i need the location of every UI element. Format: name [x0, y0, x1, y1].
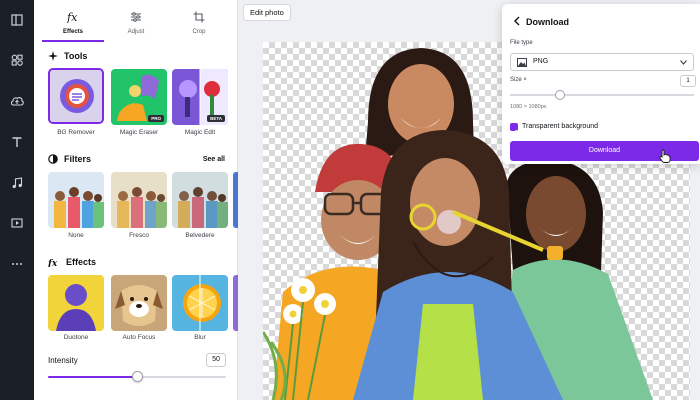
image-dimensions: 1080 × 1080px	[510, 104, 547, 110]
svg-text:fx: fx	[48, 259, 58, 267]
intensity-slider-handle[interactable]	[131, 371, 143, 382]
filter-none[interactable]	[48, 172, 104, 228]
video-icon[interactable]	[5, 211, 29, 235]
crop-icon	[193, 10, 205, 28]
upload-icon[interactable]	[5, 89, 29, 113]
svg-text:fx: fx	[66, 11, 78, 23]
effect-overflow-thumb	[233, 275, 238, 331]
fx-icon: fx	[66, 10, 80, 28]
image-file-icon	[517, 58, 527, 67]
tool-label: BG Remover	[57, 129, 95, 136]
download-title: Download	[526, 17, 569, 27]
filter-belvedere[interactable]	[172, 172, 228, 228]
tool-bg-remover[interactable]	[48, 68, 104, 124]
effects-heading: fx Effects	[48, 257, 97, 267]
size-slider-handle[interactable]	[555, 90, 565, 100]
beta-badge: BETA	[207, 115, 225, 122]
size-label: Size ×	[510, 77, 527, 83]
fx-icon: fx	[48, 259, 58, 267]
tool-magic-eraser[interactable]: PRO	[111, 69, 167, 125]
audio-icon[interactable]	[5, 171, 29, 195]
edit-panel: fx Effects Adjust Crop Tools BG Remover …	[34, 0, 238, 400]
left-rail	[0, 0, 34, 400]
tab-effects[interactable]: fx Effects	[42, 0, 104, 42]
effect-label: Blur	[194, 334, 206, 341]
tool-label: Magic Edit	[184, 129, 216, 136]
edit-tabs: fx Effects Adjust Crop	[34, 0, 238, 42]
download-panel: Download File type PNG Size × 1 1080 × 1…	[502, 4, 700, 164]
text-icon[interactable]	[5, 130, 29, 154]
intensity-value-input[interactable]: 50	[206, 353, 226, 367]
size-multiplier-input[interactable]: 1	[680, 75, 696, 87]
active-tab-indicator	[42, 40, 104, 42]
filter-label: Fresco	[129, 232, 149, 239]
sparkle-icon	[48, 51, 58, 61]
checkmark-icon	[511, 129, 517, 135]
filter-label: None	[68, 232, 84, 239]
filter-label: Belvedere	[185, 232, 215, 239]
filters-heading: Filters	[48, 154, 91, 164]
sliders-icon	[130, 10, 142, 28]
hand-cursor-icon	[659, 149, 671, 163]
effect-auto-focus[interactable]	[111, 275, 167, 331]
tab-crop[interactable]: Crop	[168, 0, 230, 42]
layout-icon[interactable]	[5, 8, 29, 32]
pro-badge: PRO	[148, 115, 164, 122]
effect-blur[interactable]	[172, 275, 228, 331]
tab-adjust[interactable]: Adjust	[105, 0, 167, 42]
edit-photo-button[interactable]: Edit photo	[243, 4, 291, 21]
filters-see-all-link[interactable]: See all	[203, 156, 225, 163]
file-type-label: File type	[510, 40, 533, 46]
intensity-slider-fill	[48, 376, 137, 378]
transparent-background-label: Transparent background	[522, 123, 599, 130]
elements-icon[interactable]	[5, 48, 29, 72]
size-slider-track[interactable]	[510, 94, 694, 96]
filter-fresco[interactable]	[111, 172, 167, 228]
tool-magic-edit[interactable]: BETA	[172, 69, 228, 125]
filter-icon	[48, 154, 58, 164]
effect-duotone[interactable]	[48, 275, 104, 331]
effect-label: Duotone	[63, 334, 89, 341]
effect-label: Auto Focus	[122, 334, 156, 341]
more-icon[interactable]	[5, 252, 29, 276]
tools-heading: Tools	[48, 51, 87, 61]
tool-label: Magic Eraser	[119, 129, 159, 136]
chevron-down-icon	[680, 60, 687, 65]
back-chevron-icon[interactable]	[511, 15, 523, 27]
file-type-select[interactable]: PNG	[510, 53, 694, 71]
transparent-background-checkbox[interactable]	[510, 123, 518, 135]
intensity-label: Intensity	[48, 356, 78, 365]
filter-overflow-thumb	[233, 172, 238, 228]
